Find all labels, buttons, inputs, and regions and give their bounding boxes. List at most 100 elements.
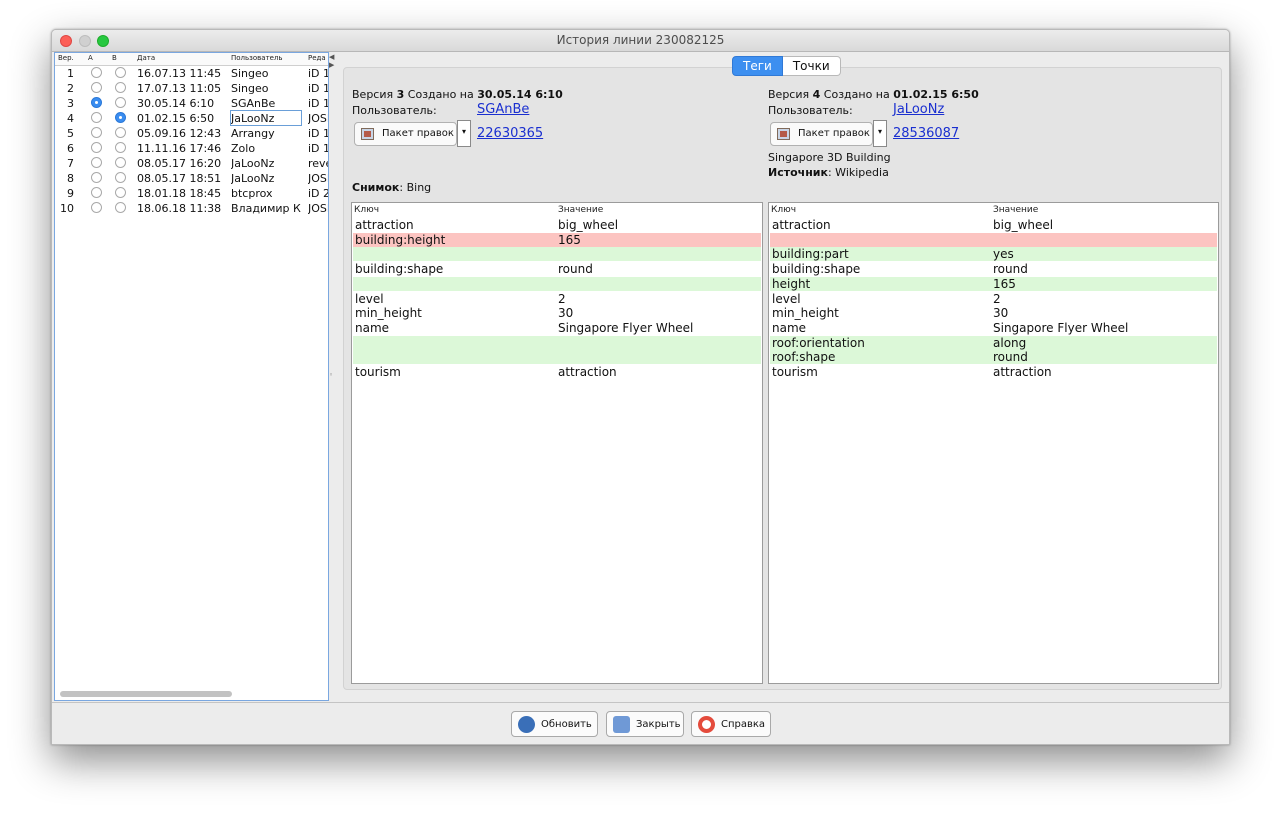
left-tags-table[interactable]: Ключ Значение attraction big_wheel buildin… — [351, 202, 763, 684]
tag-row[interactable]: building:part yes — [770, 247, 1217, 262]
panel-splitter[interactable]: ◀ ▶ ◦ — [328, 52, 336, 699]
tab-tags[interactable]: Теги — [732, 56, 783, 76]
tag-row[interactable]: roof:shape round — [770, 350, 1217, 365]
radio-b[interactable] — [115, 202, 126, 213]
radio-a[interactable] — [91, 187, 102, 198]
radio-b[interactable] — [115, 82, 126, 93]
radio-a[interactable] — [91, 82, 102, 93]
tag-row[interactable]: building:height 165 — [353, 232, 761, 247]
version-row[interactable]: 5 05.09.16 12:43 Arrangy iD 1 — [55, 126, 328, 141]
radio-b[interactable] — [115, 112, 126, 123]
tag-row[interactable] — [353, 276, 761, 291]
version-row[interactable]: 10 18.06.18 11:38 Владимир К JOSI — [55, 201, 328, 216]
version-user[interactable]: SGAnBe — [231, 97, 301, 110]
col-header-b[interactable]: B — [112, 54, 117, 62]
col-header-editor[interactable]: Реда — [308, 54, 326, 62]
radio-a[interactable] — [91, 97, 102, 108]
left-value-header[interactable]: Значение — [558, 205, 603, 215]
left-changeset-button[interactable]: Пакет правок — [354, 122, 457, 146]
radio-a[interactable] — [91, 127, 102, 138]
version-user[interactable]: JaLooNz — [231, 157, 301, 170]
close-button[interactable]: Закрыть — [606, 711, 684, 737]
radio-a[interactable] — [91, 142, 102, 153]
radio-a[interactable] — [91, 172, 102, 183]
tag-row[interactable]: min_height 30 — [770, 306, 1217, 320]
tag-row[interactable] — [353, 335, 761, 350]
right-key-header[interactable]: Ключ — [771, 205, 796, 215]
radio-a[interactable] — [91, 157, 102, 168]
bottom-button-bar: Обновить Закрыть Справка — [52, 702, 1229, 744]
right-value-header[interactable]: Значение — [993, 205, 1038, 215]
versions-table[interactable]: Вер. A B Дата Пользователь Реда 1 16.07.1… — [54, 52, 329, 701]
tag-row[interactable]: name Singapore Flyer Wheel — [353, 321, 761, 335]
tag-row[interactable]: level 2 — [770, 292, 1217, 306]
tag-row[interactable]: tourism attraction — [353, 365, 761, 379]
right-tags-table[interactable]: Ключ Значение attraction big_wheelbuildin… — [768, 202, 1219, 684]
radio-b[interactable] — [115, 97, 126, 108]
radio-b[interactable] — [115, 127, 126, 138]
left-user-link[interactable]: SGAnBe — [477, 102, 529, 117]
tag-row[interactable]: roof:orientation along — [770, 335, 1217, 350]
col-header-user[interactable]: Пользователь — [231, 54, 283, 62]
tag-value: along — [993, 335, 1027, 350]
version-row[interactable]: 2 17.07.13 11:05 Singeo iD 1 — [55, 81, 328, 96]
tag-row[interactable]: attraction big_wheel — [770, 218, 1217, 232]
version-row[interactable]: 6 11.11.16 17:46 Zolo iD 1 — [55, 141, 328, 156]
version-user[interactable]: Zolo — [231, 142, 301, 155]
version-user[interactable]: Arrangy — [231, 127, 301, 140]
tag-row[interactable]: min_height 30 — [353, 306, 761, 320]
right-user-link[interactable]: JaLooNz — [893, 102, 944, 117]
version-number: 9 — [67, 187, 74, 200]
version-row[interactable]: 4 01.02.15 6:50 JaLooNz JOSI — [55, 110, 328, 126]
col-header-a[interactable]: A — [88, 54, 93, 62]
left-version-prefix: Версия — [352, 88, 394, 101]
right-changeset-link[interactable]: 28536087 — [893, 126, 959, 141]
tag-row[interactable]: building:shape round — [770, 262, 1217, 276]
help-button[interactable]: Справка — [691, 711, 771, 737]
radio-b[interactable] — [115, 172, 126, 183]
version-editor: iD 2 — [308, 187, 328, 200]
version-user[interactable]: btcprox — [231, 187, 301, 200]
version-user[interactable]: Singeo — [231, 82, 301, 95]
tag-row[interactable] — [353, 247, 761, 262]
splitter-grip-icon[interactable]: ◦ — [329, 371, 333, 379]
horizontal-scrollbar[interactable] — [60, 691, 232, 697]
tag-row[interactable] — [770, 232, 1217, 247]
tag-row[interactable]: height 165 — [770, 276, 1217, 291]
left-imagery-line: Снимок: Bing — [352, 181, 431, 194]
radio-b[interactable] — [115, 67, 126, 78]
version-row[interactable]: 9 18.01.18 18:45 btcprox iD 2 — [55, 186, 328, 201]
version-user[interactable]: Singeo — [231, 67, 301, 80]
version-row[interactable]: 1 16.07.13 11:45 Singeo iD 1 — [55, 66, 328, 81]
collapse-left-icon[interactable]: ◀ — [329, 53, 334, 61]
left-changeset-link[interactable]: 22630365 — [477, 126, 543, 141]
version-row[interactable]: 8 08.05.17 18:51 JaLooNz JOSI — [55, 171, 328, 186]
radio-a[interactable] — [91, 67, 102, 78]
radio-b[interactable] — [115, 187, 126, 198]
refresh-button[interactable]: Обновить — [511, 711, 598, 737]
tab-nodes[interactable]: Точки — [782, 56, 841, 76]
expand-right-icon[interactable]: ▶ — [329, 61, 334, 69]
radio-b[interactable] — [115, 157, 126, 168]
col-header-date[interactable]: Дата — [137, 54, 155, 62]
tag-value: attraction — [558, 365, 617, 379]
left-key-header[interactable]: Ключ — [354, 205, 379, 215]
version-user[interactable]: Владимир К — [231, 202, 301, 215]
radio-b[interactable] — [115, 142, 126, 153]
tag-row[interactable]: level 2 — [353, 292, 761, 306]
tag-row[interactable]: attraction big_wheel — [353, 218, 761, 232]
left-changeset-dropdown[interactable]: ▾ — [457, 120, 471, 147]
radio-a[interactable] — [91, 112, 102, 123]
tag-row[interactable]: tourism attraction — [770, 365, 1217, 379]
version-row[interactable]: 7 08.05.17 16:20 JaLooNz reve — [55, 156, 328, 171]
tag-row[interactable] — [353, 350, 761, 365]
col-header-ver[interactable]: Вер. — [58, 54, 74, 62]
tag-row[interactable]: name Singapore Flyer Wheel — [770, 321, 1217, 335]
version-user[interactable]: JaLooNz — [231, 172, 301, 185]
right-changeset-dropdown[interactable]: ▾ — [873, 120, 887, 147]
version-row[interactable]: 3 30.05.14 6:10 SGAnBe iD 1 — [55, 96, 328, 111]
radio-a[interactable] — [91, 202, 102, 213]
version-user[interactable]: JaLooNz — [230, 110, 302, 126]
right-changeset-button[interactable]: Пакет правок — [770, 122, 873, 146]
tag-row[interactable]: building:shape round — [353, 262, 761, 276]
